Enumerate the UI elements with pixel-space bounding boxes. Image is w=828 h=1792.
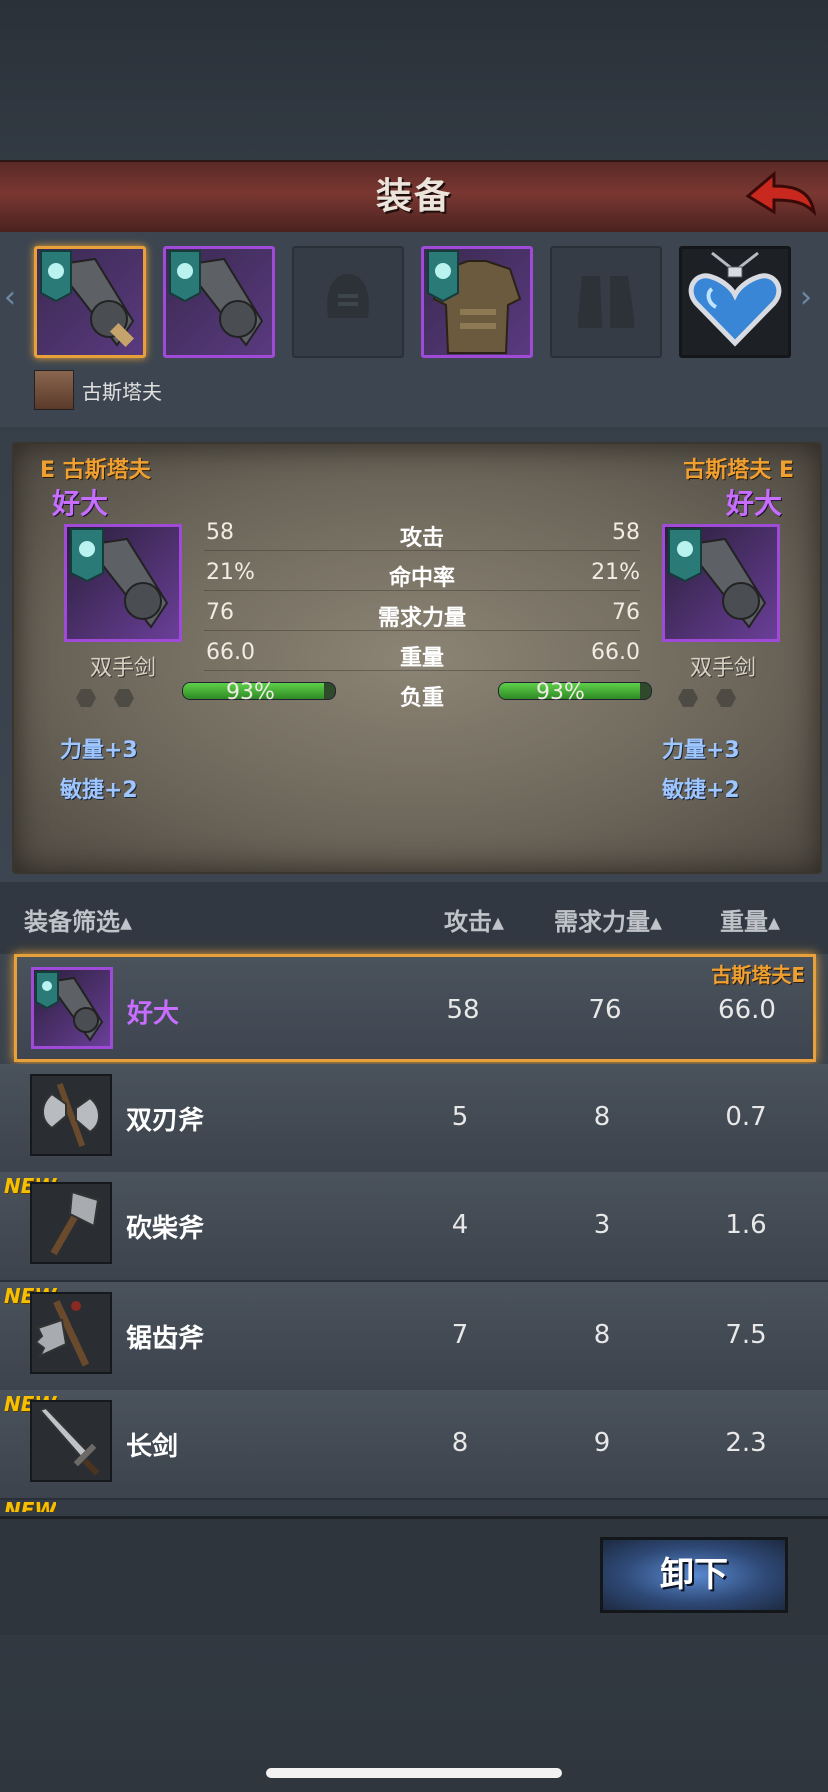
stat-row-load: 93% 负重 93%: [182, 672, 652, 711]
slot-helmet[interactable]: [292, 246, 404, 358]
socket-icon: [716, 689, 736, 707]
list-item[interactable]: NEW 锯齿斧 7 8 7.5: [0, 1282, 828, 1392]
slot-amulet[interactable]: [679, 246, 791, 358]
slot-weapon-main[interactable]: [34, 246, 146, 358]
boots-icon: [578, 276, 634, 328]
list-header: 装备筛选▴ 攻击▴ 需求力量▴ 重量▴: [0, 882, 828, 954]
title-bar: 装备: [0, 160, 828, 235]
sort-strength[interactable]: 需求力量▴: [554, 902, 662, 937]
back-arrow-icon[interactable]: [744, 168, 817, 224]
slot-armor[interactable]: [421, 246, 533, 358]
socket-icon: [678, 689, 698, 707]
greatsword-icon: [70, 528, 169, 629]
screen-title: 装备: [375, 176, 452, 217]
list-item[interactable]: 古斯塔夫E 好大 58 76 66.0: [14, 954, 816, 1062]
stat-row-weight: 66.0 重量 66.0: [204, 632, 640, 671]
hero-name: 古斯塔夫: [82, 380, 162, 404]
list-item[interactable]: 双刃斧 5 8 0.7: [0, 1064, 828, 1174]
home-indicator[interactable]: [266, 1768, 562, 1778]
slot-boots[interactable]: [550, 246, 662, 358]
left-weapon-type: 双手剑: [90, 656, 157, 681]
unequip-button[interactable]: 卸下: [600, 1537, 788, 1613]
right-item-card: [662, 524, 780, 642]
greatsword-icon: [40, 250, 135, 348]
filter-sort[interactable]: 装备筛选▴: [24, 902, 132, 937]
right-load-pct: 93%: [536, 680, 585, 705]
sort-weight[interactable]: 重量▴: [720, 902, 780, 937]
hatchet-icon: [30, 1182, 112, 1264]
chevron-right-icon[interactable]: ›: [800, 280, 812, 315]
list-item[interactable]: NEW 砍柴斧 4 3 1.6: [0, 1172, 828, 1282]
right-item-name: 好大: [725, 487, 782, 520]
item-icon: [31, 967, 113, 1049]
right-owner-label: 古斯塔夫 E: [683, 458, 794, 483]
socket-icon: [114, 689, 134, 707]
hero-avatar: [34, 370, 74, 410]
right-bonus-agi: 敏捷+2: [662, 778, 740, 803]
double-axe-icon: [30, 1074, 112, 1156]
slot-weapon-off[interactable]: [163, 246, 275, 358]
greatsword-icon: [35, 971, 104, 1042]
equipped-by-label: 古斯塔夫E: [711, 963, 805, 987]
stat-row-str-req: 76 需求力量 76: [204, 592, 640, 631]
right-weapon-type: 双手剑: [690, 656, 757, 681]
greatsword-icon: [169, 250, 264, 347]
helmet-icon: [327, 274, 369, 318]
list-item[interactable]: NEW 长剑 8 9 2.3: [0, 1390, 828, 1500]
armor-icon: [427, 250, 522, 354]
stat-row-accuracy: 21% 命中率 21%: [204, 552, 640, 591]
stat-row-attack: 58 攻击 58: [204, 512, 640, 551]
serrated-axe-icon: [30, 1292, 112, 1374]
bottom-action-bar: 卸下: [0, 1516, 828, 1635]
heart-amulet-icon: [688, 251, 782, 347]
left-bonus-str: 力量+3: [60, 738, 138, 763]
left-item-name: 好大: [52, 487, 109, 520]
left-item-card: [64, 524, 182, 642]
new-badge: NEW: [4, 1498, 57, 1512]
equipment-slots: ‹ › 古斯塔夫: [0, 232, 828, 427]
chevron-left-icon[interactable]: ‹: [4, 280, 16, 315]
left-bonus-agi: 敏捷+2: [60, 778, 138, 803]
longsword-icon: [30, 1400, 112, 1482]
greatsword-icon: [668, 528, 767, 629]
sort-attack[interactable]: 攻击▴: [444, 902, 504, 937]
left-owner-label: E 古斯塔夫: [40, 458, 151, 483]
right-bonus-str: 力量+3: [662, 738, 740, 763]
item-compare-panel: E 古斯塔夫 好大 双手剑 力量+3 敏捷+2 58 攻击 58 21% 命中率…: [12, 442, 822, 874]
socket-icon: [76, 689, 96, 707]
